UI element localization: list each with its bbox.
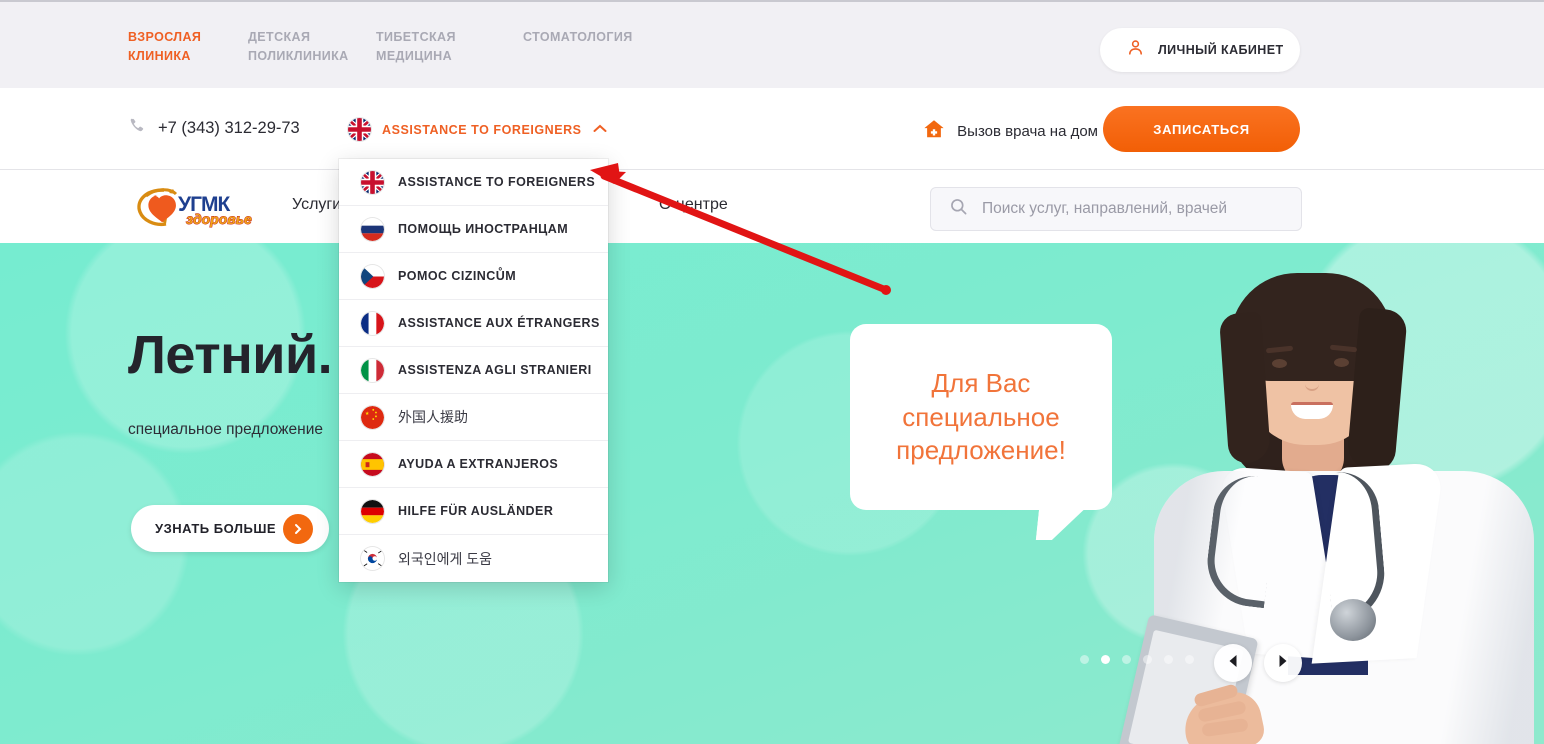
home-call-link[interactable]: Вызов врача на дом [923,118,1098,145]
flag-china-icon [361,405,384,429]
carousel-dot[interactable] [1185,655,1194,664]
language-option-russian[interactable]: ПОМОЩЬ ИНОСТРАНЦАМ [339,206,608,253]
carousel-dot[interactable] [1122,655,1131,664]
learn-more-button[interactable]: УЗНАТЬ БОЛЬШЕ [131,505,329,552]
flag-spain-icon [361,452,384,476]
clinic-tab-dentistry[interactable]: СТОМАТОЛОГИЯ [523,28,633,47]
hero-subtitle: специальное предложение [128,421,323,438]
nav-item-about[interactable]: О центре [659,196,728,214]
signup-button-label: ЗАПИСАТЬСЯ [1153,121,1250,137]
flag-italy-icon [361,358,384,382]
top-bar: ВЗРОСЛАЯ КЛИНИКА ДЕТСКАЯ ПОЛИКЛИНИКА ТИБ… [0,0,1544,88]
language-option-italian[interactable]: ASSISTENZA AGLI STRANIERI [339,347,608,394]
language-option-label: AYUDA A EXTRANJEROS [398,457,559,471]
language-toggle-label: ASSISTANCE TO FOREIGNERS [382,122,582,137]
clinic-tabs: ВЗРОСЛАЯ КЛИНИКА ДЕТСКАЯ ПОЛИКЛИНИКА ТИБ… [128,28,633,67]
search-icon [949,197,968,221]
clinic-tab-adult[interactable]: ВЗРОСЛАЯ КЛИНИКА [128,28,248,67]
carousel-dot[interactable] [1143,655,1152,664]
language-option-label: HILFE FÜR AUSLÄNDER [398,504,554,518]
clinic-tab-tibetan[interactable]: ТИБЕТСКАЯ МЕДИЦИНА [376,28,523,67]
language-dropdown-menu: ASSISTANCE TO FOREIGNERS ПОМОЩЬ ИНОСТРАН… [339,159,608,582]
language-option-label: POMOC CIZINCŮM [398,269,517,283]
carousel-dot[interactable] [1164,655,1173,664]
language-option-french[interactable]: ASSISTANCE AUX ÉTRANGERS [339,300,608,347]
language-option-german[interactable]: HILFE FÜR AUSLÄNDER [339,488,608,535]
flag-france-icon [361,311,384,335]
svg-text:здоровье: здоровье [186,211,252,227]
site-logo[interactable]: УГМК здоровье [130,182,270,230]
doctor-photo [1117,243,1544,744]
contact-row: +7 (343) 312-29-73 ASSISTANCE TO FOREIGN… [0,88,1544,170]
language-option-spanish[interactable]: AYUDA A EXTRANJEROS [339,441,608,488]
flag-korea-icon [361,547,384,570]
search-box[interactable]: Поиск услуг, направлений, врачей [930,187,1302,231]
flag-russia-icon [361,217,384,241]
language-option-label: ASSISTENZA AGLI STRANIERI [398,363,592,377]
clinic-tab-pediatric[interactable]: ДЕТСКАЯ ПОЛИКЛИНИКА [248,28,376,67]
phone-number: +7 (343) 312-29-73 [158,118,300,137]
caret-right-icon [1277,654,1289,673]
language-option-czech[interactable]: POMOC CIZINCŮM [339,253,608,300]
flag-czech-icon [361,264,384,288]
carousel-dot[interactable] [1080,655,1089,664]
carousel-next-button[interactable] [1264,644,1302,682]
flag-uk-icon [348,118,371,141]
bubble-line-2: специальное [902,401,1060,432]
language-option-korean[interactable]: 외국인에게 도움 [339,535,608,582]
learn-more-label: УЗНАТЬ БОЛЬШЕ [155,521,277,536]
chevron-up-icon [593,121,607,139]
home-call-label: Вызов врача на дом [957,123,1098,140]
signup-button[interactable]: ЗАПИСАТЬСЯ [1103,106,1300,152]
language-option-label: ASSISTANCE AUX ÉTRANGERS [398,316,600,330]
phone-block[interactable]: +7 (343) 312-29-73 [128,117,300,139]
bubble-line-1: Для Вас [931,367,1031,398]
caret-left-icon [1227,654,1239,673]
bubble-line-3: предложение! [896,435,1066,466]
language-option-chinese[interactable]: 外国人援助 [339,394,608,441]
chevron-right-icon [283,513,313,544]
language-option-label: ПОМОЩЬ ИНОСТРАНЦАМ [398,222,569,236]
language-toggle[interactable]: ASSISTANCE TO FOREIGNERS [348,118,607,141]
account-button-label: ЛИЧНЫЙ КАБИНЕТ [1158,43,1284,57]
language-option-label: ASSISTANCE TO FOREIGNERS [398,175,596,189]
language-option-label: 外国人援助 [398,409,468,425]
house-medical-icon [923,118,945,145]
carousel-dot-active[interactable] [1101,655,1110,664]
speech-bubble: Для Вас специальное предложение! [850,324,1112,510]
phone-icon [128,117,145,139]
flag-uk-icon [361,170,384,194]
user-icon [1126,38,1145,62]
site-header: УГМК здоровье Услуги Новости Контакты О … [0,170,1544,243]
language-option-english[interactable]: ASSISTANCE TO FOREIGNERS [339,159,608,206]
search-placeholder: Поиск услуг, направлений, врачей [982,200,1228,217]
flag-germany-icon [361,499,384,523]
carousel-dots [1080,655,1194,664]
carousel-prev-button[interactable] [1214,644,1252,682]
page-root: ВЗРОСЛАЯ КЛИНИКА ДЕТСКАЯ ПОЛИКЛИНИКА ТИБ… [0,0,1544,744]
language-option-label: 외국인에게 도움 [398,550,493,567]
account-button[interactable]: ЛИЧНЫЙ КАБИНЕТ [1100,28,1300,72]
